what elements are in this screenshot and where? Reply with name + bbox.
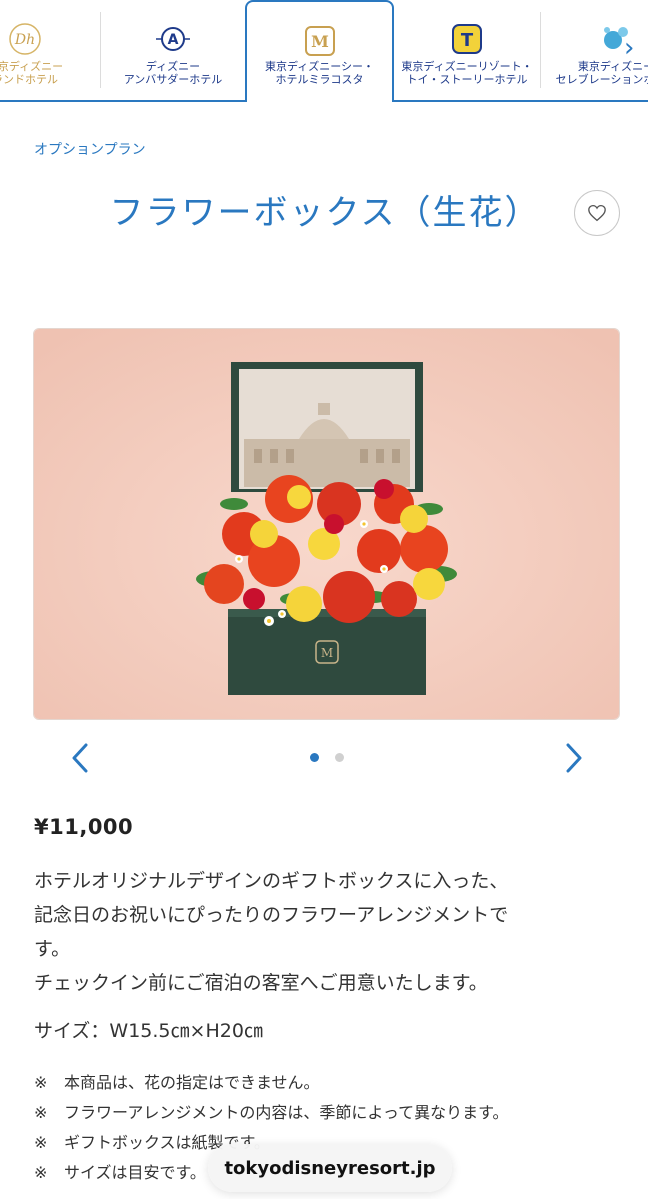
description-line: チェックイン前にご宿泊の客室へご用意いたします。 <box>34 972 488 994</box>
breadcrumb[interactable]: オプションプラン <box>34 139 146 159</box>
product-image: M <box>33 328 620 720</box>
tab-label-line2: ホテルミラコスタ <box>275 73 364 86</box>
tab-label-line1: 東京ディズニーリゾート・ <box>401 60 533 73</box>
flower-box-illustration: M <box>34 329 619 719</box>
tabs-scroll-right-icon[interactable]: › <box>624 34 642 62</box>
carousel-indicator <box>306 753 346 763</box>
tab-label-line2: アンバサダーホテル <box>123 73 223 86</box>
tab-label-line1: ディズニー <box>145 60 201 73</box>
tab-miracosta-hotel[interactable]: M 東京ディズニーシー・ ホテルミラコスタ <box>245 0 394 102</box>
note-item: ※ フラワーアレンジメントの内容は、季節によって異なります。 <box>34 1103 509 1122</box>
chevron-left-icon <box>72 743 88 773</box>
chevron-right-icon <box>566 743 582 773</box>
svg-text:M: M <box>321 646 333 660</box>
favorite-button[interactable] <box>574 190 620 236</box>
tab-label-line2: セレブレーションホテル <box>555 73 648 86</box>
note-item: ※ 本商品は、花の指定はできません。 <box>34 1073 320 1092</box>
tab-label-line2: トイ・ストーリーホテル <box>406 73 528 86</box>
hotel-tab-bar: Dh 東京ディズニー ランドホテル A ディズニー アンバサダーホテル M 東京… <box>0 0 648 102</box>
carousel-prev-button[interactable] <box>66 740 96 776</box>
description-line: ホテルオリジナルデザインのギフトボックスに入った、 <box>34 870 509 892</box>
product-price: ¥11,000 <box>34 815 134 839</box>
tab-ambassador-hotel[interactable]: A ディズニー アンバサダーホテル <box>101 0 245 100</box>
svg-text:M: M <box>311 32 329 51</box>
svg-text:A: A <box>168 32 179 48</box>
tab-label-line1: 東京ディズニーシー・ <box>264 60 374 73</box>
tab-disneyland-hotel[interactable]: Dh 東京ディズニー ランドホテル <box>0 0 100 100</box>
description-line: す。 <box>34 938 71 960</box>
toy-story-t-badge-icon: T <box>452 24 482 54</box>
product-size: サイズ：W15.5㎝×H20㎝ <box>34 1020 263 1042</box>
description-line: 記念日のお祝いにぴったりのフラワーアレンジメントで <box>34 904 509 926</box>
tab-toy-story-hotel[interactable]: T 東京ディズニーリゾート・ トイ・ストーリーホテル <box>394 0 540 100</box>
svg-text:T: T <box>461 30 474 51</box>
miracosta-m-badge-icon: M <box>304 26 335 56</box>
heart-icon <box>588 204 606 222</box>
page-title: フラワーボックス（生花） <box>109 193 541 233</box>
tab-label-line2: ランドホテル <box>0 73 58 86</box>
carousel-dot-active[interactable] <box>310 753 319 762</box>
carousel-next-button[interactable] <box>558 740 588 776</box>
ambassador-a-badge-icon: A <box>156 27 190 51</box>
tab-label-line1: 東京ディズニー <box>0 60 64 73</box>
browser-url-bar[interactable]: tokyodisneyresort.jp <box>208 1144 452 1192</box>
svg-text:Dh: Dh <box>14 32 35 48</box>
product-description: ホテルオリジナルデザインのギフトボックスに入った、 記念日のお祝いにぴったりのフ… <box>34 864 614 1000</box>
carousel-dot[interactable] <box>335 753 344 762</box>
disneyland-hotel-crest-icon: Dh <box>9 23 41 55</box>
